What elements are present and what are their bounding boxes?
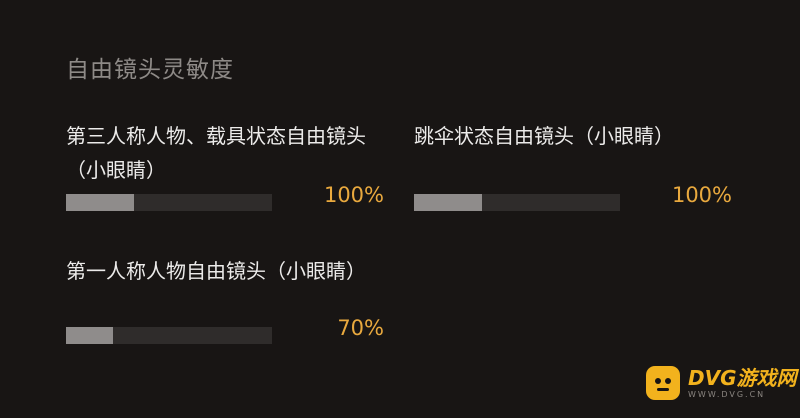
setting-first-person-freelook: 第一人称人物自由镜头（小眼睛） 70% (66, 254, 396, 344)
setting-third-person-vehicle-freelook: 第三人称人物、载具状态自由镜头 （小眼睛） 100% (66, 119, 396, 211)
gamepad-face-icon (646, 366, 680, 400)
slider-fill (66, 194, 134, 211)
watermark-sub: WWW.DVG.CN (688, 389, 766, 399)
setting-parachute-freelook: 跳伞状态自由镜头（小眼睛） 100% (414, 119, 754, 211)
slider-value: 100% (671, 183, 732, 207)
watermark-logo: DVG游戏网 WWW.DVG.CN (646, 366, 797, 400)
sensitivity-slider[interactable] (66, 194, 272, 211)
slider-value: 100% (323, 183, 384, 207)
slider-fill (66, 327, 114, 344)
watermark-text: DVG游戏网 WWW.DVG.CN (688, 368, 797, 399)
watermark-main: DVG游戏网 (688, 365, 797, 390)
sensitivity-slider[interactable] (414, 194, 620, 211)
setting-label: 跳伞状态自由镜头（小眼睛） (414, 124, 674, 148)
slider-fill (414, 194, 482, 211)
setting-label: 第三人称人物、载具状态自由镜头 （小眼睛） (66, 124, 366, 182)
section-title: 自由镜头灵敏度 (66, 57, 234, 83)
setting-label: 第一人称人物自由镜头（小眼睛） (66, 259, 366, 283)
slider-value: 70% (337, 316, 384, 340)
sensitivity-slider[interactable] (66, 327, 272, 344)
